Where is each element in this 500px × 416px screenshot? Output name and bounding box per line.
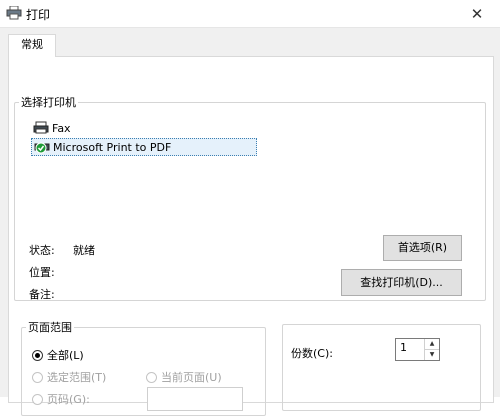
radio-unchecked-icon xyxy=(32,393,43,405)
title-bar: 打印 ✕ xyxy=(0,0,500,28)
tab-general[interactable]: 常规 xyxy=(8,34,56,57)
spin-buttons: ▲ ▼ xyxy=(424,339,439,360)
select-printer-group: 选择打印机 Fax Microsoft Print to PDF 状态: 就绪 … xyxy=(14,94,486,301)
pdf-printer-default-icon xyxy=(34,140,50,154)
printer-list[interactable]: Fax Microsoft Print to PDF xyxy=(31,120,271,160)
pages-input[interactable] xyxy=(147,387,243,411)
comment-label: 备注: xyxy=(29,288,55,301)
printer-item-microsoft-print-to-pdf[interactable]: Microsoft Print to PDF xyxy=(31,138,257,156)
status-label: 状态: xyxy=(29,244,55,257)
radio-current-page-label: 当前页面(U) xyxy=(161,371,222,384)
close-button[interactable]: ✕ xyxy=(454,0,500,27)
radio-pages[interactable]: 页码(G): xyxy=(32,391,90,407)
copies-stepper[interactable]: 1 ▲ ▼ xyxy=(395,338,440,361)
printer-name: Microsoft Print to PDF xyxy=(53,140,172,154)
radio-unchecked-icon xyxy=(146,371,157,383)
page-range-group: 页面范围 全部(L) 选定范围(T) 当前页面(U) 页码(G): xyxy=(21,319,266,416)
window-title: 打印 xyxy=(26,8,51,22)
tab-panel: 选择打印机 Fax Microsoft Print to PDF 状态: 就绪 … xyxy=(8,56,494,416)
copies-label: 份数(C): xyxy=(291,347,333,360)
radio-checked-icon xyxy=(32,349,43,361)
preferences-button[interactable]: 首选项(R) xyxy=(383,235,462,261)
location-label: 位置: xyxy=(29,266,55,279)
printer-icon xyxy=(6,5,22,20)
find-printer-button[interactable]: 查找打印机(D)... xyxy=(341,269,462,296)
radio-selection-label: 选定范围(T) xyxy=(47,371,107,384)
printer-name: Fax xyxy=(52,121,71,135)
spin-down-arrow-icon[interactable]: ▼ xyxy=(425,350,439,361)
status-value: 就绪 xyxy=(73,244,95,257)
radio-current-page[interactable]: 当前页面(U) xyxy=(146,369,222,385)
copies-group: 份数(C): 1 ▲ ▼ xyxy=(282,324,481,411)
fax-printer-icon xyxy=(33,121,49,135)
printer-item-fax[interactable]: Fax xyxy=(31,120,271,136)
radio-unchecked-icon xyxy=(32,371,43,383)
radio-selection[interactable]: 选定范围(T) xyxy=(32,369,106,385)
radio-all-label: 全部(L) xyxy=(47,349,84,362)
page-range-label: 页面范围 xyxy=(28,321,72,334)
radio-pages-label: 页码(G): xyxy=(47,393,90,406)
radio-all[interactable]: 全部(L) xyxy=(32,347,84,363)
select-printer-label: 选择打印机 xyxy=(21,96,76,109)
spin-up-arrow-icon[interactable]: ▲ xyxy=(425,339,439,350)
dialog-body: 常规 选择打印机 Fax Microsoft Print to PDF 状态: … xyxy=(0,28,500,416)
copies-value: 1 xyxy=(400,341,407,354)
